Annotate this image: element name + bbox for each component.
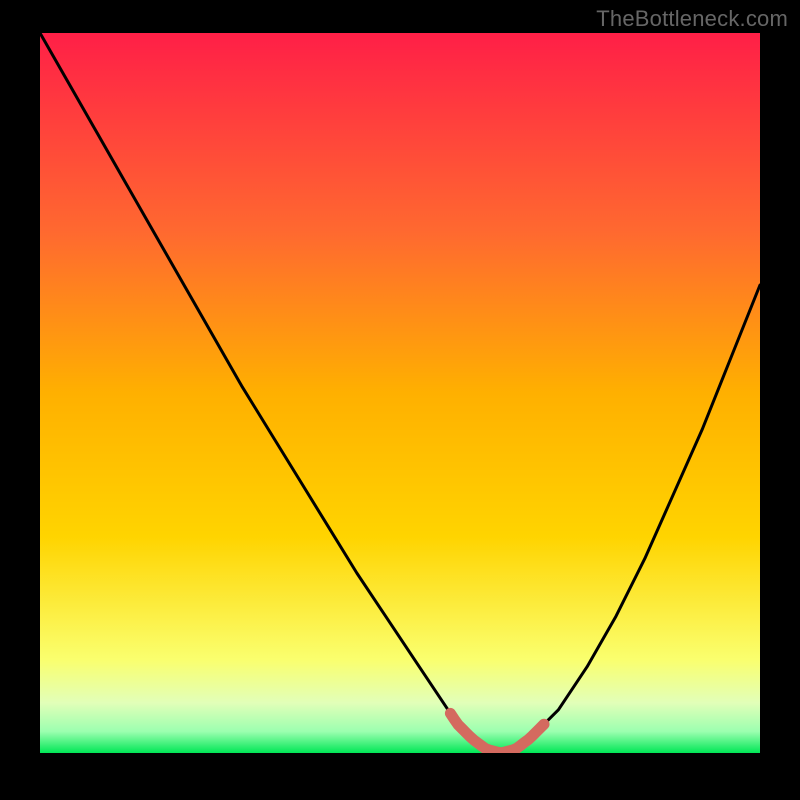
chart-frame: TheBottleneck.com bbox=[0, 0, 800, 800]
chart-plot-area bbox=[40, 33, 760, 753]
gradient-bg bbox=[40, 33, 760, 753]
watermark-text: TheBottleneck.com bbox=[596, 6, 788, 32]
chart-svg bbox=[40, 33, 760, 753]
